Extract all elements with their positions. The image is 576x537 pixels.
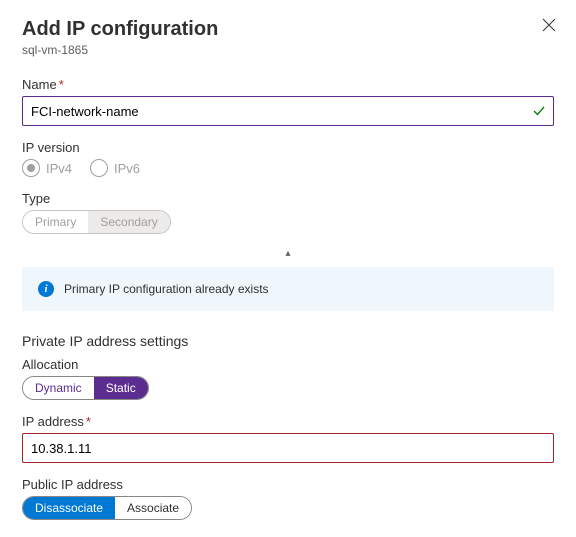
ipv6-label: IPv6	[114, 161, 140, 176]
ipv4-label: IPv4	[46, 161, 72, 176]
required-marker: *	[86, 414, 91, 429]
collapse-indicator: ▴	[22, 248, 554, 259]
ip-address-label-text: IP address	[22, 414, 84, 429]
public-ip-toggle[interactable]: Disassociate Associate	[22, 496, 192, 520]
ipv4-radio: IPv4	[22, 159, 72, 177]
required-marker: *	[59, 77, 64, 92]
ip-address-input[interactable]	[22, 433, 554, 463]
check-icon	[532, 104, 546, 118]
public-ip-label: Public IP address	[22, 477, 554, 492]
type-secondary-option: Secondary	[88, 211, 169, 233]
name-label-text: Name	[22, 77, 57, 92]
allocation-static-option[interactable]: Static	[94, 377, 148, 399]
allocation-label: Allocation	[22, 357, 554, 372]
name-input-wrap	[22, 96, 554, 126]
info-text: Primary IP configuration already exists	[64, 282, 269, 296]
allocation-dynamic-option[interactable]: Dynamic	[23, 377, 94, 399]
panel-header: Add IP configuration sql-vm-1865	[22, 18, 554, 57]
private-ip-heading: Private IP address settings	[22, 333, 554, 349]
name-input[interactable]	[22, 96, 554, 126]
ip-version-options: IPv4 IPv6	[22, 159, 554, 177]
associate-option[interactable]: Associate	[115, 497, 191, 519]
close-icon	[542, 18, 556, 32]
ip-address-field: IP address*	[22, 414, 554, 463]
type-field: Type Primary Secondary	[22, 191, 554, 234]
ipv6-radio: IPv6	[90, 159, 140, 177]
ip-address-label: IP address*	[22, 414, 554, 429]
name-field: Name*	[22, 77, 554, 126]
radio-icon	[90, 159, 108, 177]
allocation-field: Allocation Dynamic Static	[22, 357, 554, 400]
public-ip-field: Public IP address Disassociate Associate	[22, 477, 554, 520]
ip-version-label: IP version	[22, 140, 554, 155]
type-primary-option: Primary	[23, 211, 88, 233]
close-button[interactable]	[540, 16, 558, 34]
allocation-toggle[interactable]: Dynamic Static	[22, 376, 149, 400]
ip-version-field: IP version IPv4 IPv6	[22, 140, 554, 177]
type-toggle: Primary Secondary	[22, 210, 171, 234]
panel-subtitle: sql-vm-1865	[22, 43, 554, 57]
panel-title: Add IP configuration	[22, 18, 554, 41]
info-banner: i Primary IP configuration already exist…	[22, 267, 554, 311]
info-icon: i	[38, 281, 54, 297]
name-label: Name*	[22, 77, 554, 92]
disassociate-option[interactable]: Disassociate	[23, 497, 115, 519]
radio-icon	[22, 159, 40, 177]
type-label: Type	[22, 191, 554, 206]
